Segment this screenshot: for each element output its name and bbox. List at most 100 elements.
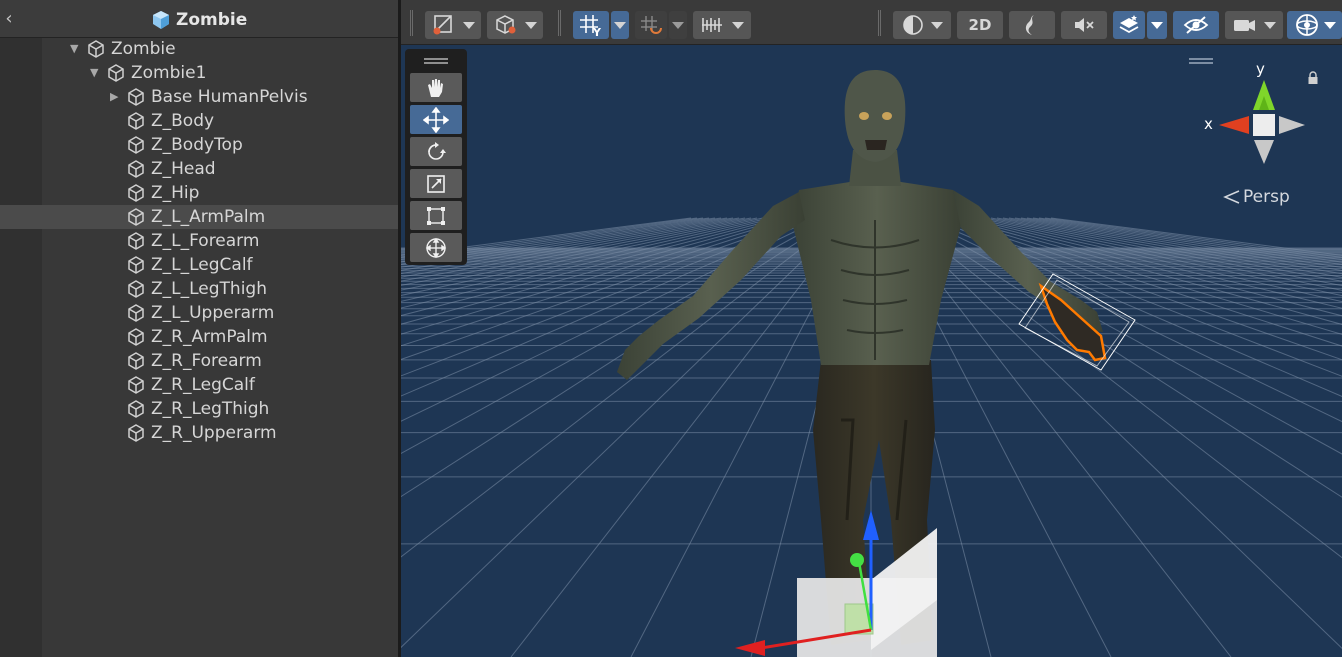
hierarchy-item-label: Z_Body xyxy=(151,111,215,131)
hierarchy-item[interactable]: Z_R_LegThigh xyxy=(0,397,398,421)
hierarchy-item[interactable]: ▼ Zombie xyxy=(0,37,398,61)
transform-icon xyxy=(425,237,447,258)
camera-dropdown[interactable] xyxy=(1225,11,1283,39)
hierarchy-title: Zombie xyxy=(150,8,247,32)
hierarchy-item-label: Base HumanPelvis xyxy=(151,87,308,107)
hierarchy-item[interactable]: ▶ Base HumanPelvis xyxy=(0,85,398,109)
hierarchy-item-label: Z_Hip xyxy=(151,183,200,203)
fold-expanded-icon[interactable]: ▼ xyxy=(90,67,102,79)
toolbar-grip-2[interactable] xyxy=(558,10,561,36)
transform-tool[interactable] xyxy=(410,233,462,262)
gameobject-cube-icon xyxy=(128,376,144,394)
hierarchy-item[interactable]: Z_Body xyxy=(0,109,398,133)
audio-toggle[interactable] xyxy=(1061,11,1107,39)
mode-2d-toggle[interactable]: 2D xyxy=(957,11,1003,39)
projection-toggle[interactable]: Persp xyxy=(1223,187,1290,207)
svg-text:Y: Y xyxy=(592,26,602,37)
hierarchy-item-label: Z_L_LegThigh xyxy=(151,279,267,299)
hierarchy-item[interactable]: Z_R_LegCalf xyxy=(0,373,398,397)
increment-snap-dropdown[interactable] xyxy=(669,11,687,39)
hierarchy-item[interactable]: Z_R_Upperarm xyxy=(0,421,398,445)
rect-tool[interactable] xyxy=(410,201,462,230)
effects-dropdown[interactable] xyxy=(1147,11,1167,39)
gizmo-x-label: x xyxy=(1204,115,1213,133)
rotate-tool[interactable] xyxy=(410,137,462,166)
mode-2d-label: 2D xyxy=(968,16,992,34)
scene-viewport[interactable] xyxy=(401,46,1342,657)
chevron-left-icon[interactable]: ‹ xyxy=(2,8,16,30)
hierarchy-item[interactable]: Z_L_Forearm xyxy=(0,229,398,253)
shading-mode-dropdown[interactable] xyxy=(893,11,951,39)
hierarchy-item[interactable]: Z_L_ArmPalm xyxy=(0,205,398,229)
scene-visibility-toggle[interactable] xyxy=(1173,11,1219,39)
fold-collapsed-icon[interactable]: ▶ xyxy=(110,91,122,103)
rect-transform-icon xyxy=(427,206,445,225)
hierarchy-item[interactable]: ▼ Zombie1 xyxy=(0,61,398,85)
scale-tool[interactable] xyxy=(410,169,462,198)
ruler-icon xyxy=(702,18,722,32)
gameobject-cube-icon xyxy=(128,160,144,178)
hierarchy-item-label: Zombie1 xyxy=(131,63,207,83)
tools-grip[interactable] xyxy=(424,58,448,64)
toolbar-grip[interactable] xyxy=(410,10,413,36)
audio-mute-icon xyxy=(1075,18,1094,32)
render-mode-dropdown[interactable] xyxy=(487,11,543,39)
draw-mode-icon xyxy=(433,15,452,35)
grid-snap-icon: Y xyxy=(580,15,602,37)
hierarchy-header: ‹ Zombie xyxy=(0,0,398,38)
hierarchy-item[interactable]: Z_L_LegCalf xyxy=(0,253,398,277)
hand-icon xyxy=(428,78,443,97)
hierarchy-item-label: Z_L_LegCalf xyxy=(151,255,253,275)
effects-layers-icon xyxy=(1119,15,1139,34)
grid-snap-toggle[interactable]: Y xyxy=(573,11,609,39)
effects-toggle[interactable] xyxy=(1113,11,1145,39)
gameobject-cube-icon xyxy=(128,424,144,442)
hierarchy-item-label: Z_BodyTop xyxy=(151,135,243,155)
hierarchy-panel: ‹ Zombie ▼ Zombie ▼ Zombie1 ▶ Base HumanPelvi… xyxy=(0,0,398,657)
hierarchy-item[interactable]: Z_R_ArmPalm xyxy=(0,325,398,349)
hierarchy-item-label: Z_R_Forearm xyxy=(151,351,262,371)
hierarchy-item[interactable]: Z_Hip xyxy=(0,181,398,205)
hierarchy-item-label: Zombie xyxy=(111,39,176,59)
gameobject-cube-icon xyxy=(128,400,144,418)
shading-sphere-icon xyxy=(903,15,923,35)
draw-mode-dropdown[interactable] xyxy=(425,11,481,39)
render-cube-icon xyxy=(496,15,516,34)
hierarchy-item-label: Z_L_Upperarm xyxy=(151,303,275,323)
scale-icon xyxy=(427,174,445,193)
hierarchy-tree: ▼ Zombie ▼ Zombie1 ▶ Base HumanPelvis Z_Body Z_… xyxy=(0,37,398,445)
scene-title: Zombie xyxy=(176,10,248,30)
fold-expanded-icon[interactable]: ▼ xyxy=(70,43,82,55)
hierarchy-item[interactable]: Z_L_Upperarm xyxy=(0,301,398,325)
increment-snap-toggle[interactable] xyxy=(635,11,667,39)
hierarchy-item[interactable]: Z_L_LegThigh xyxy=(0,277,398,301)
gizmos-dropdown[interactable] xyxy=(1287,11,1342,39)
hierarchy-item-label: Z_R_Upperarm xyxy=(151,423,277,443)
gameobject-cube-icon xyxy=(128,352,144,370)
hierarchy-item[interactable]: Z_BodyTop xyxy=(0,133,398,157)
gizmo-grip[interactable] xyxy=(1189,58,1213,64)
gameobject-cube-icon xyxy=(128,280,144,298)
scene-view[interactable]: Y 2D y x Persp xyxy=(401,0,1342,657)
hierarchy-item[interactable]: Z_Head xyxy=(0,157,398,181)
hand-tool[interactable] xyxy=(410,73,462,102)
hierarchy-item[interactable]: Z_R_Forearm xyxy=(0,349,398,373)
increment-snap-icon xyxy=(641,16,662,34)
ruler-dropdown[interactable] xyxy=(693,11,751,39)
lighting-icon xyxy=(1025,15,1034,35)
gameobject-cube-icon xyxy=(128,208,144,226)
gizmo-y-label: y xyxy=(1256,60,1265,78)
perspective-icon xyxy=(1223,190,1240,204)
hierarchy-item-label: Z_R_ArmPalm xyxy=(151,327,268,347)
grid-snap-dropdown[interactable] xyxy=(611,11,629,39)
toolbar-grip-3[interactable] xyxy=(878,10,881,36)
gameobject-cube-icon xyxy=(128,328,144,346)
gameobject-cube-icon xyxy=(128,304,144,322)
hierarchy-item-label: Z_R_LegThigh xyxy=(151,399,270,419)
hierarchy-item-label: Z_L_ArmPalm xyxy=(151,207,266,227)
lock-icon[interactable] xyxy=(1307,71,1319,85)
move-tool[interactable] xyxy=(410,105,462,134)
gameobject-cube-icon xyxy=(128,88,144,106)
gameobject-cube-icon xyxy=(128,136,144,154)
lighting-toggle[interactable] xyxy=(1009,11,1055,39)
